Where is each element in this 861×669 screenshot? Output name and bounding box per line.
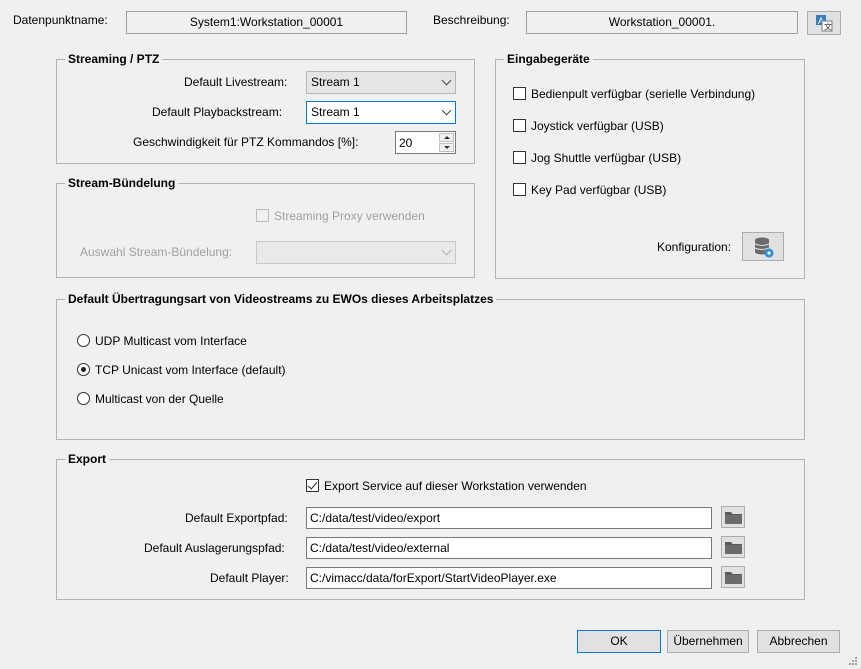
resize-grip-icon[interactable] [846,654,858,666]
datapoint-name-field: System1:Workstation_00001 [126,11,407,34]
bundle-select[interactable] [256,241,456,264]
translate-icon: A 文 [816,15,833,32]
configuration-label: Konfiguration: [657,240,732,254]
offload-path-input[interactable]: C:/data/test/video/external [306,537,712,559]
spin-up-button[interactable] [439,133,454,142]
ptz-speed-spinbox[interactable]: 20 [395,131,456,154]
tcp-unicast-radio[interactable] [77,363,90,376]
chevron-down-icon [441,105,452,116]
arrow-down-icon [444,146,450,149]
chevron-down-icon [441,75,452,86]
export-service-checkbox[interactable] [306,479,319,492]
tcp-unicast-label: TCP Unicast vom Interface (default) [95,363,286,377]
streaming-proxy-label: Streaming Proxy verwenden [274,209,425,223]
console-label: Bedienpult verfügbar (serielle Verbindun… [531,87,756,101]
default-livestream-select[interactable]: Stream 1 [306,71,456,94]
key-pad-label: Key Pad verfügbar (USB) [531,183,667,197]
folder-icon [725,512,742,524]
console-checkbox[interactable] [513,87,526,100]
default-livestream-label: Default Livestream: [184,75,288,89]
streaming-proxy-checkbox[interactable] [256,209,269,222]
browse-player-button[interactable] [721,566,745,588]
jog-shuttle-label: Jog Shuttle verfügbar (USB) [531,151,682,165]
folder-icon [725,572,742,584]
udp-multicast-label: UDP Multicast vom Interface [95,334,247,348]
export-title: Export [65,451,110,467]
player-input[interactable]: C:/vimacc/data/forExport/StartVideoPlaye… [306,567,712,589]
spin-down-button[interactable] [439,143,454,152]
svg-text:文: 文 [824,22,832,32]
folder-icon [725,542,742,554]
apply-button[interactable]: Übernehmen [667,630,749,653]
translate-button[interactable]: A 文 [807,11,841,35]
default-livestream-value: Stream 1 [311,75,360,89]
configuration-button[interactable] [742,232,784,261]
default-playbackstream-select[interactable]: Stream 1 [306,101,456,124]
bundle-select-label: Auswahl Stream-Bündelung: [80,245,233,259]
source-multicast-radio[interactable] [77,392,90,405]
joystick-label: Joystick verfügbar (USB) [531,119,664,133]
player-label: Default Player: [210,571,289,585]
datapoint-name-label: Datenpunktname: [13,13,108,27]
browse-offload-path-button[interactable] [721,536,745,558]
export-path-input[interactable]: C:/data/test/video/export [306,507,712,529]
source-multicast-label: Multicast von der Quelle [95,392,224,406]
database-settings-icon [754,237,774,258]
ptz-speed-value: 20 [399,136,413,150]
offload-path-label: Default Auslagerungspfad: [144,541,285,555]
default-playbackstream-value: Stream 1 [311,105,360,119]
key-pad-checkbox[interactable] [513,183,526,196]
input-devices-title: Eingabegeräte [504,51,593,67]
export-path-label: Default Exportpfad: [185,511,288,525]
transfer-mode-title: Default Übertragungsart von Videostreams… [65,291,497,307]
chevron-down-icon [441,245,452,256]
streaming-ptz-title: Streaming / PTZ [65,51,163,67]
description-field: Workstation_00001. [526,11,798,34]
jog-shuttle-checkbox[interactable] [513,151,526,164]
export-service-label: Export Service auf dieser Workstation ve… [324,479,587,493]
arrow-up-icon [444,136,450,139]
ok-button[interactable]: OK [577,630,661,653]
stream-bundling-title: Stream-Bündelung [65,175,179,191]
browse-export-path-button[interactable] [721,506,745,528]
ptz-speed-label: Geschwindigkeit für PTZ Kommandos [%]: [133,135,359,149]
default-playbackstream-label: Default Playbackstream: [152,105,283,119]
cancel-button[interactable]: Abbrechen [757,630,840,653]
joystick-checkbox[interactable] [513,119,526,132]
description-label: Beschreibung: [433,13,510,27]
udp-multicast-radio[interactable] [77,334,90,347]
